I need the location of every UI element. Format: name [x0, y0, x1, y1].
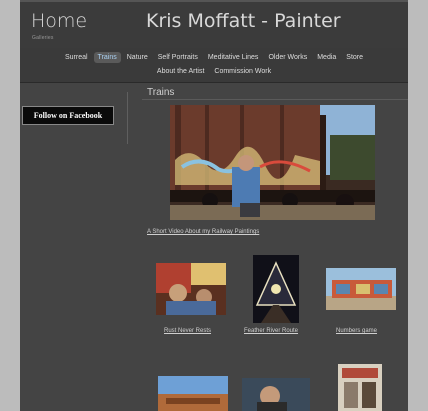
gallery-thumb-5[interactable]: [242, 378, 310, 411]
nav-row-1: Surreal Trains Nature Self Portraits Meditat…: [20, 52, 408, 63]
main-nav: Surreal Trains Nature Self Portraits Meditat…: [20, 48, 408, 83]
nav-item-store[interactable]: Store: [342, 52, 367, 63]
nav-item-surreal[interactable]: Surreal: [61, 52, 92, 63]
thumb-image: [156, 263, 226, 315]
nav-item-trains[interactable]: Trains: [93, 52, 121, 63]
section-title: Trains: [147, 87, 175, 98]
gallery-thumb-feather-river-route[interactable]: [253, 255, 299, 323]
home-link[interactable]: Home: [31, 10, 87, 32]
nav-item-commission-work[interactable]: Commission Work: [210, 66, 275, 77]
hero-train-photo[interactable]: [170, 105, 375, 220]
gallery-thumb-4[interactable]: [158, 376, 228, 411]
nav-item-nature[interactable]: Nature: [123, 52, 152, 63]
site-header: Home Galleries Kris Moffatt - Painter: [20, 2, 408, 48]
gallery-caption-2[interactable]: Feather River Route: [244, 328, 298, 334]
nav-row-2: About the Artist Commission Work: [20, 66, 408, 77]
hero-image: [170, 105, 375, 220]
page: Home Galleries Kris Moffatt - Painter Su…: [20, 0, 408, 411]
gallery-thumb-6[interactable]: [338, 364, 382, 411]
thumb-image: [253, 255, 299, 323]
gallery-thumb-numbers-game[interactable]: [326, 268, 396, 310]
gallery-caption-1[interactable]: Rust Never Rests: [164, 328, 211, 334]
gallery-caption-3[interactable]: Numbers game: [336, 328, 377, 334]
thumb-image: [158, 376, 228, 411]
site-title: Kris Moffatt - Painter: [146, 10, 341, 32]
home-subtitle: Galleries: [32, 35, 54, 41]
nav-item-about-the-artist[interactable]: About the Artist: [153, 66, 208, 77]
nav-item-older-works[interactable]: Older Works: [264, 52, 311, 63]
facebook-follow-button[interactable]: Follow on Facebook: [22, 106, 114, 125]
sidebar-divider: [127, 92, 128, 144]
gallery-thumb-rust-never-rests[interactable]: [156, 263, 226, 315]
video-link[interactable]: A Short Video About my Railway Paintings: [147, 229, 259, 235]
thumb-image: [326, 268, 396, 310]
thumb-image: [242, 378, 310, 411]
nav-item-media[interactable]: Media: [313, 52, 340, 63]
nav-item-meditative-lines[interactable]: Meditative Lines: [204, 52, 263, 63]
section-divider: [142, 99, 408, 100]
thumb-image: [338, 364, 382, 411]
nav-item-self-portraits[interactable]: Self Portraits: [154, 52, 202, 63]
